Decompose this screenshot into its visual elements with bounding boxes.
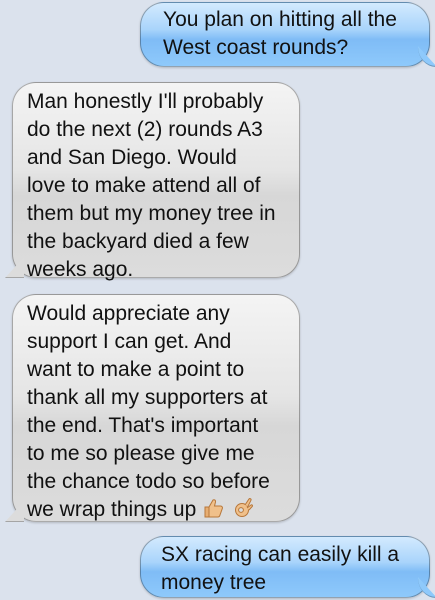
message-text-body: Would appreciate any support I can get. … — [27, 302, 270, 521]
message-text: You plan on hitting all the West coast r… — [163, 8, 397, 59]
sent-message-bubble[interactable]: You plan on hitting all the West coast r… — [140, 2, 435, 67]
message-thread: You plan on hitting all the West coast r… — [0, 0, 435, 600]
sent-message-bubble[interactable]: SX racing can easily kill a money tree — [140, 536, 435, 598]
ok-hand-icon — [232, 496, 256, 528]
bubble-tail — [418, 46, 435, 67]
thumbs-up-icon — [202, 496, 226, 528]
received-message-bubble[interactable]: Would appreciate any support I can get. … — [5, 294, 300, 522]
message-text: Man honestly I'll probably do the next (… — [27, 90, 276, 281]
message-text: Would appreciate any support I can get. … — [27, 300, 283, 528]
bubble-tail — [5, 257, 24, 278]
received-message-bubble[interactable]: Man honestly I'll probably do the next (… — [5, 82, 300, 281]
message-text: SX racing can easily kill a money tree — [161, 543, 400, 594]
bubble-tail — [418, 577, 435, 598]
bubble-tail — [5, 501, 24, 522]
